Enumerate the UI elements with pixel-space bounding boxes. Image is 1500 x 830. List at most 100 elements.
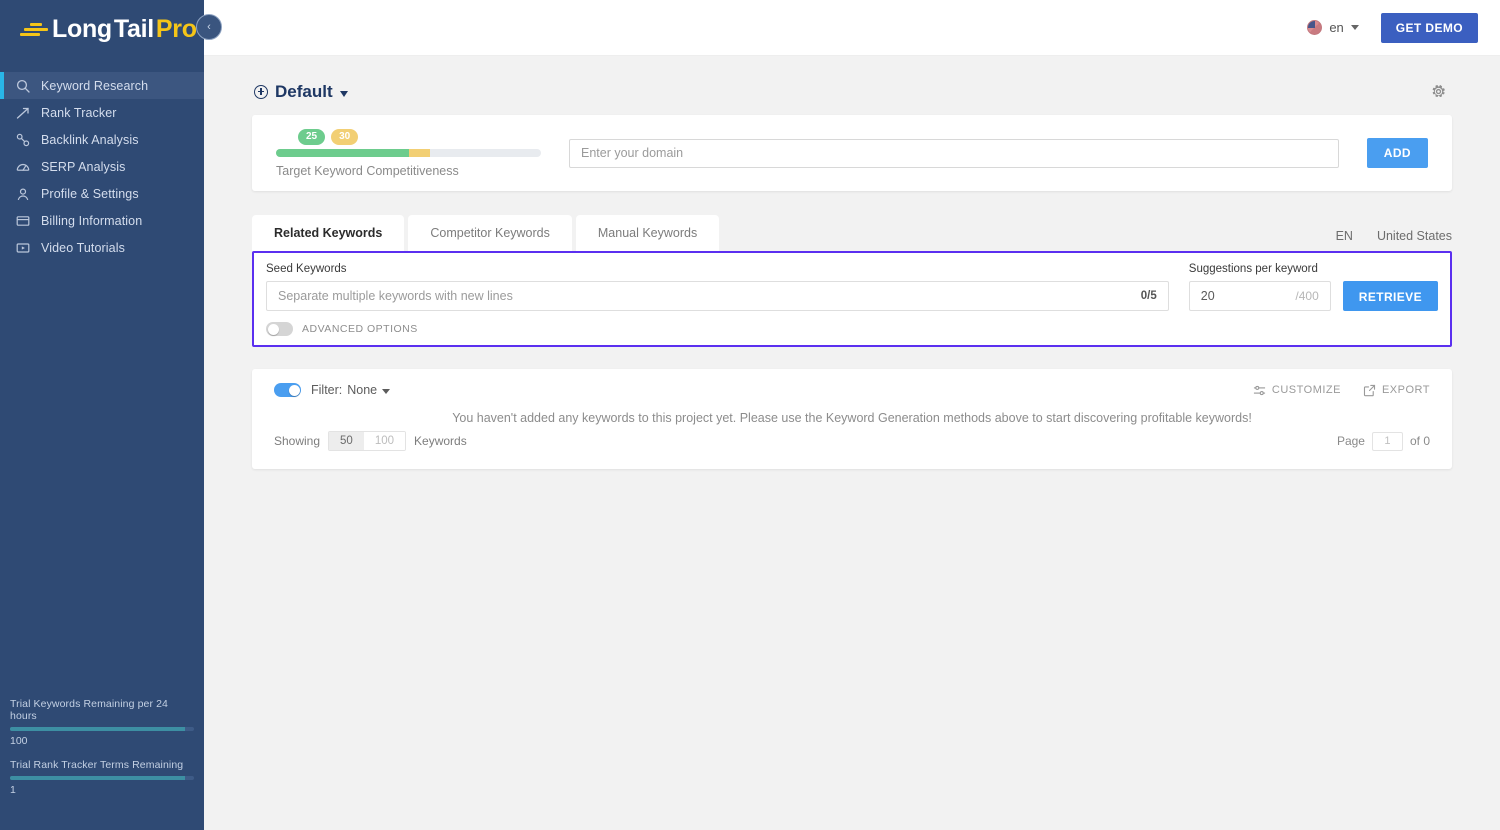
export-label: EXPORT	[1382, 384, 1430, 396]
project-header: Default	[252, 80, 1452, 103]
sidebar: LongTailPro ‹ Keyword Research	[0, 0, 204, 830]
keywords-label: Keywords	[414, 434, 467, 448]
meter-bar	[10, 776, 194, 780]
logo-text-long: Long	[52, 15, 112, 44]
filter-value: None	[347, 383, 377, 397]
trend-up-icon	[10, 106, 36, 120]
retrieve-button[interactable]: RETRIEVE	[1343, 281, 1438, 311]
page-title: Default	[275, 82, 333, 102]
showing-label: Showing	[274, 434, 320, 448]
customize-label: CUSTOMIZE	[1272, 384, 1341, 396]
page-number-input[interactable]	[1372, 432, 1403, 451]
sidebar-item-keyword-research[interactable]: Keyword Research	[0, 72, 204, 99]
seed-keywords-label: Seed Keywords	[266, 263, 1169, 275]
page-size-50[interactable]: 50	[329, 432, 364, 450]
project-title-dropdown[interactable]: Default	[254, 82, 348, 102]
chevron-down-icon	[340, 91, 348, 97]
sidebar-collapse-button[interactable]: ‹	[196, 14, 222, 40]
gauge-badges: 25 30	[298, 129, 541, 145]
sidebar-item-serp-analysis[interactable]: SERP Analysis	[0, 153, 204, 180]
topbar: en GET DEMO	[204, 0, 1500, 56]
flag-icon	[1307, 20, 1322, 35]
add-domain-button[interactable]: ADD	[1367, 138, 1428, 168]
badge-yellow: 30	[331, 129, 358, 145]
pagination: Page of 0	[1337, 432, 1430, 451]
logo-text-pro: Pro	[156, 15, 197, 44]
gauge-icon	[10, 160, 36, 174]
sidebar-item-billing-information[interactable]: Billing Information	[0, 207, 204, 234]
competitiveness-gauge: 25 30 Target Keyword Competitiveness	[276, 129, 541, 178]
seed-keywords-input[interactable]	[267, 282, 1168, 310]
advanced-options-row: ADVANCED OPTIONS	[266, 322, 1438, 336]
filter-group: Filter: None	[274, 383, 390, 397]
export-icon	[1363, 384, 1376, 397]
keyword-competitiveness-card: 25 30 Target Keyword Competitiveness ADD	[252, 115, 1452, 191]
meter-label: Trial Keywords Remaining per 24 hours	[10, 698, 194, 722]
export-button[interactable]: EXPORT	[1363, 384, 1430, 397]
sidebar-item-label: Backlink Analysis	[41, 133, 139, 147]
chevron-down-icon	[1351, 25, 1359, 30]
chevron-down-icon	[382, 389, 390, 394]
page-label: Page	[1337, 434, 1365, 448]
filter-label: Filter:	[311, 383, 342, 397]
meter-value: 100	[10, 735, 194, 747]
logo-text-tail: Tail	[114, 15, 154, 44]
filter-dropdown[interactable]: Filter: None	[311, 383, 390, 397]
link-chain-icon	[10, 133, 36, 147]
locale-language[interactable]: EN	[1336, 229, 1353, 243]
credit-card-icon	[10, 214, 36, 228]
page-size-selector: Showing 50 100 Keywords	[274, 431, 467, 451]
gear-icon	[1431, 84, 1446, 99]
gauge-bar	[276, 149, 541, 157]
sliders-icon	[1253, 384, 1266, 397]
app-root: LongTailPro ‹ Keyword Research	[0, 0, 1500, 830]
gauge-caption: Target Keyword Competitiveness	[276, 164, 541, 178]
sidebar-item-label: Keyword Research	[41, 79, 148, 93]
video-play-icon	[10, 241, 36, 255]
page-size-100[interactable]: 100	[364, 432, 405, 450]
language-label: en	[1329, 20, 1343, 35]
sidebar-item-rank-tracker[interactable]: Rank Tracker	[0, 99, 204, 126]
language-selector[interactable]: en	[1307, 20, 1358, 35]
logo[interactable]: LongTailPro	[0, 0, 204, 58]
page-total-label: of 0	[1410, 434, 1430, 448]
stripes-icon	[20, 19, 48, 39]
domain-input[interactable]	[569, 139, 1339, 168]
advanced-options-label: ADVANCED OPTIONS	[302, 323, 418, 335]
locale-selector: EN United States	[1336, 229, 1452, 251]
sidebar-nav: Keyword Research Rank Tracker Backlink A…	[0, 72, 204, 261]
advanced-options-toggle[interactable]	[266, 322, 293, 336]
filter-toggle[interactable]	[274, 383, 301, 397]
keyword-source-tabs: Related Keywords Competitor Keywords Man…	[252, 215, 1452, 251]
search-icon	[10, 79, 36, 93]
tab-related-keywords[interactable]: Related Keywords	[252, 215, 404, 251]
customize-button[interactable]: CUSTOMIZE	[1253, 384, 1341, 397]
seed-keywords-counter: 0/5	[1141, 290, 1157, 302]
user-icon	[10, 187, 36, 201]
plus-circle-icon	[254, 85, 268, 99]
sidebar-item-backlink-analysis[interactable]: Backlink Analysis	[0, 126, 204, 153]
main-area: en GET DEMO Default	[204, 0, 1500, 830]
settings-gear-button[interactable]	[1427, 80, 1450, 103]
sidebar-item-label: Rank Tracker	[41, 106, 117, 120]
sidebar-item-label: Video Tutorials	[41, 241, 125, 255]
tab-manual-keywords[interactable]: Manual Keywords	[576, 215, 719, 251]
sidebar-item-label: Billing Information	[41, 214, 142, 228]
suggestions-label: Suggestions per keyword	[1189, 263, 1331, 275]
badge-green: 25	[298, 129, 325, 145]
sidebar-usage-meters: Trial Keywords Remaining per 24 hours 10…	[0, 698, 204, 808]
content: Default 25 30	[204, 56, 1500, 469]
sidebar-item-label: SERP Analysis	[41, 160, 125, 174]
tab-competitor-keywords[interactable]: Competitor Keywords	[408, 215, 572, 251]
meter-bar	[10, 727, 194, 731]
chevron-left-icon: ‹	[207, 21, 211, 33]
empty-state-message: You haven't added any keywords to this p…	[274, 411, 1430, 425]
sidebar-item-video-tutorials[interactable]: Video Tutorials	[0, 234, 204, 261]
get-demo-button[interactable]: GET DEMO	[1381, 13, 1478, 43]
locale-country[interactable]: United States	[1377, 229, 1452, 243]
meter-label: Trial Rank Tracker Terms Remaining	[10, 759, 194, 771]
sidebar-item-profile-settings[interactable]: Profile & Settings	[0, 180, 204, 207]
sidebar-item-label: Profile & Settings	[41, 187, 139, 201]
seed-keywords-panel: Seed Keywords 0/5 Suggestions per keywor…	[252, 251, 1452, 347]
suggestions-max: /400	[1295, 289, 1318, 303]
